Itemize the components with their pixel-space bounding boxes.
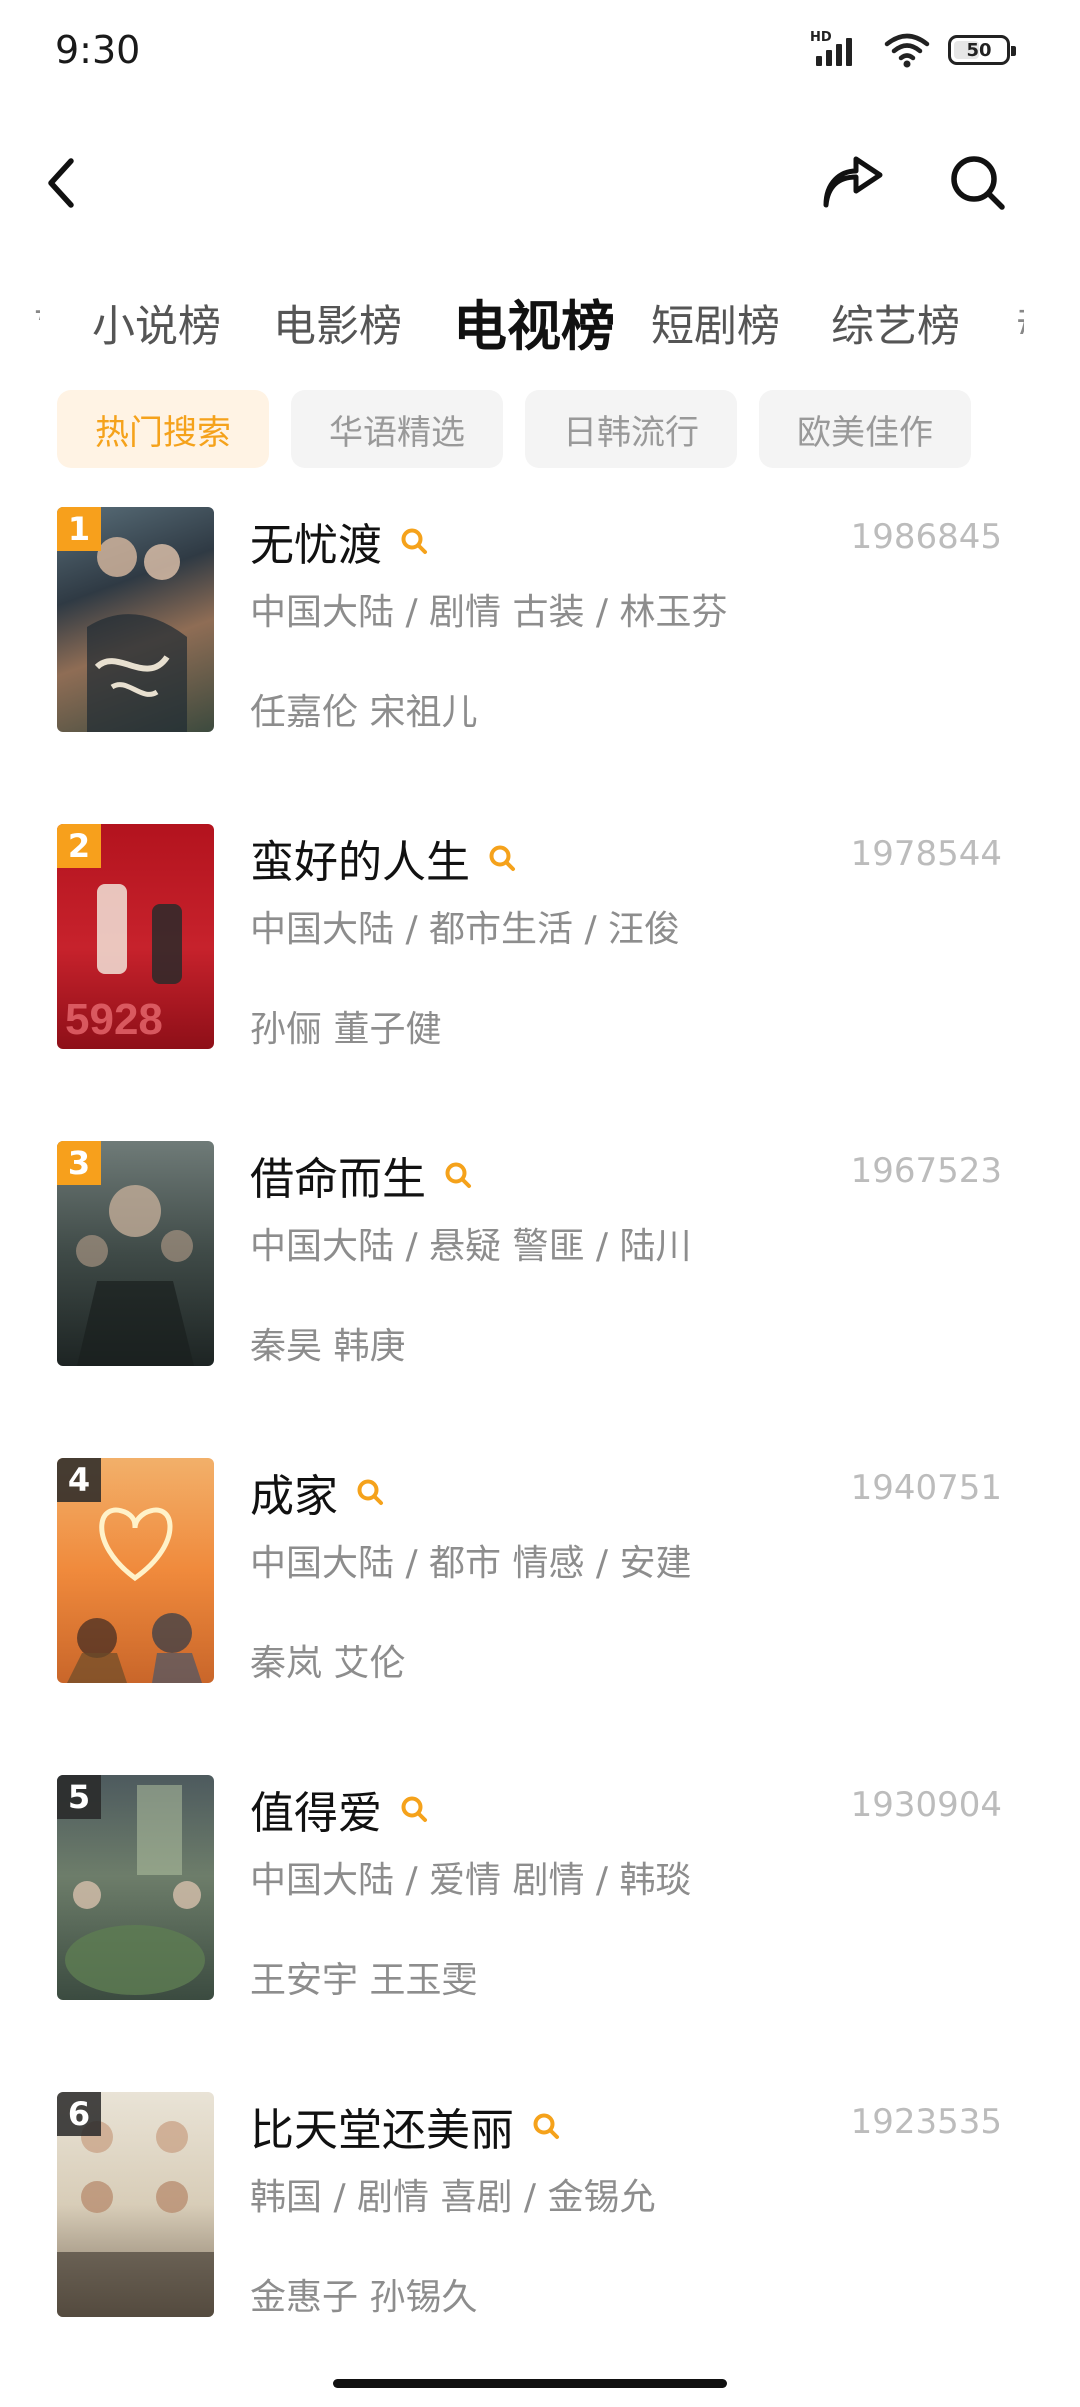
tab-partial-left[interactable]: 榜: [34, 290, 40, 320]
item-title: 值得爱: [250, 1788, 382, 1839]
poster-image: 5: [57, 1775, 214, 2000]
item-actors: 王安宇 王玉雯: [250, 1960, 478, 2001]
list-item[interactable]: 4 成家 1940751 中国大陆 / 都市 情感 / 安建 秦岚 艾伦: [0, 1456, 1080, 1773]
filter-chinese-picks[interactable]: 华语精选: [291, 390, 503, 468]
item-actors: 秦岚 艾伦: [250, 1643, 406, 1684]
search-icon[interactable]: [444, 1161, 472, 1189]
list-item[interactable]: 6 比天堂还美丽 1923535 韩国 / 剧情 喜剧 / 金锡允 金惠子 孙锡…: [0, 2090, 1080, 2407]
heat-count: 1978544: [850, 834, 1002, 874]
item-meta: 中国大陆 / 爱情 剧情 / 韩琰: [250, 1860, 692, 1901]
list-item[interactable]: 5 值得爱 1930904 中国大陆 / 爱情 剧情 / 韩琰 王安宇 王玉雯: [0, 1773, 1080, 2090]
tab-tv[interactable]: 电视榜: [453, 282, 615, 361]
search-icon[interactable]: [356, 1478, 384, 1506]
rank-badge: 1: [57, 507, 101, 551]
category-tabs: 榜 小说榜 电影榜 电视榜 短剧榜 综艺榜 动: [0, 270, 1080, 370]
poster-image: 5928 2: [57, 824, 214, 1049]
item-actors: 孙俪 董子健: [250, 1009, 442, 1050]
tab-short-drama[interactable]: 短剧榜: [651, 292, 780, 354]
status-time: 9:30: [55, 28, 141, 72]
item-actors: 任嘉伦 宋祖儿: [250, 692, 478, 733]
item-title: 借命而生: [250, 1154, 426, 1205]
rank-badge: 3: [57, 1141, 101, 1185]
rank-badge: 2: [57, 824, 101, 868]
tab-novels[interactable]: 小说榜: [92, 292, 221, 354]
svg-text:5928: 5928: [65, 995, 163, 1044]
item-meta: 中国大陆 / 悬疑 警匪 / 陆川: [250, 1226, 692, 1267]
search-icon[interactable]: [400, 527, 428, 555]
item-title: 成家: [250, 1471, 338, 1522]
filter-western-picks[interactable]: 欧美佳作: [759, 390, 971, 468]
home-indicator[interactable]: [333, 2379, 727, 2388]
status-bar: 9:30 HD 50: [0, 0, 1080, 100]
search-icon: [951, 156, 1005, 210]
item-meta: 中国大陆 / 都市 情感 / 安建: [250, 1543, 692, 1584]
wifi-icon: [884, 33, 930, 68]
status-icons: HD 50: [810, 30, 1016, 70]
rank-badge: 5: [57, 1775, 101, 1819]
battery-percent: 50: [966, 39, 992, 61]
heat-count: 1986845: [850, 517, 1002, 557]
item-title: 蛮好的人生: [250, 837, 470, 888]
poster-image: 1: [57, 507, 214, 732]
list-item[interactable]: 3 借命而生 1967523 中国大陆 / 悬疑 警匪 / 陆川 秦昊 韩庚: [0, 1139, 1080, 1456]
list-item[interactable]: 5928 2 蛮好的人生 1978544 中国大陆 / 都市生活 / 汪俊 孙俪…: [0, 822, 1080, 1139]
item-meta: 中国大陆 / 都市生活 / 汪俊: [250, 909, 681, 950]
filter-chips: 热门搜索 华语精选 日韩流行 欧美佳作: [57, 390, 971, 468]
search-icon[interactable]: [488, 844, 516, 872]
rank-badge: 6: [57, 2092, 101, 2136]
item-meta: 中国大陆 / 剧情 古装 / 林玉芬: [250, 592, 728, 633]
item-meta: 韩国 / 剧情 喜剧 / 金锡允: [250, 2177, 656, 2218]
tab-variety[interactable]: 综艺榜: [831, 292, 960, 354]
item-actors: 秦昊 韩庚: [250, 1326, 406, 1367]
filter-hot-search[interactable]: 热门搜索: [57, 390, 269, 468]
cellular-signal-icon: HD: [810, 30, 866, 70]
poster-image: 4: [57, 1458, 214, 1683]
item-title: 无忧渡: [250, 520, 382, 571]
heat-count: 1967523: [850, 1151, 1002, 1191]
share-icon: [823, 156, 883, 208]
battery-icon: 50: [948, 35, 1016, 65]
list-item[interactable]: 1 无忧渡 1986845 中国大陆 / 剧情 古装 / 林玉芬 任嘉伦 宋祖儿: [0, 505, 1080, 822]
ranking-list: 1 无忧渡 1986845 中国大陆 / 剧情 古装 / 林玉芬 任嘉伦 宋祖儿…: [0, 505, 1080, 2407]
chevron-left-icon: [48, 158, 74, 208]
tab-partial-right[interactable]: 动: [1016, 294, 1024, 334]
heat-count: 1930904: [850, 1785, 1002, 1825]
heat-count: 1923535: [850, 2102, 1002, 2142]
poster-image: 3: [57, 1141, 214, 1366]
search-button[interactable]: [943, 148, 1013, 218]
back-button[interactable]: [28, 148, 98, 218]
share-button[interactable]: [818, 148, 888, 218]
search-icon[interactable]: [400, 1795, 428, 1823]
poster-image: 6: [57, 2092, 214, 2317]
filter-jpkr-popular[interactable]: 日韩流行: [525, 390, 737, 468]
item-title: 比天堂还美丽: [250, 2105, 514, 2156]
top-toolbar: [0, 130, 1080, 230]
heat-count: 1940751: [850, 1468, 1002, 1508]
item-actors: 金惠子 孙锡久: [250, 2277, 478, 2318]
rank-badge: 4: [57, 1458, 101, 1502]
tab-movies[interactable]: 电影榜: [273, 292, 402, 354]
search-icon[interactable]: [532, 2112, 560, 2140]
